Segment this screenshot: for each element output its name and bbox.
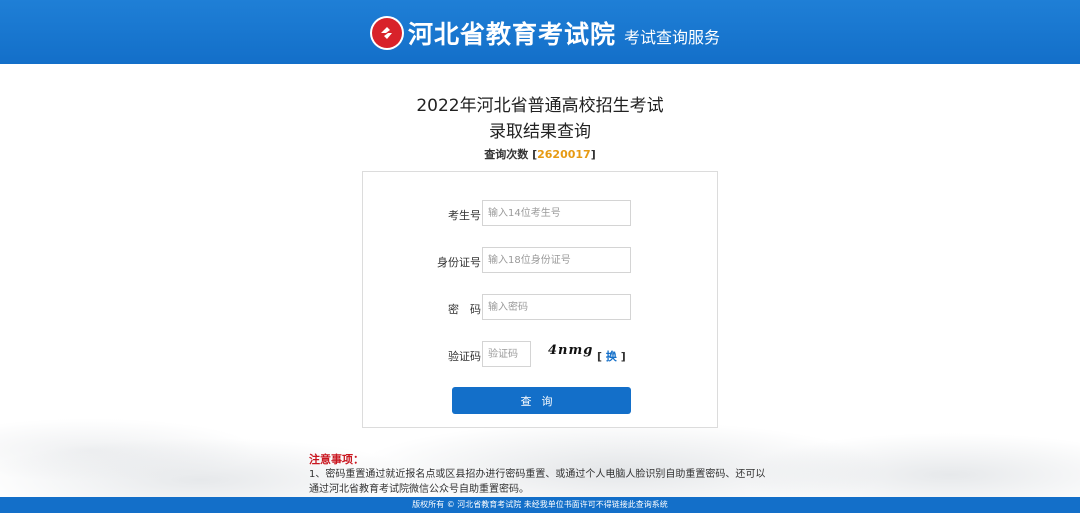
brand-subtitle: 考试查询服务 bbox=[624, 28, 721, 47]
password-input[interactable] bbox=[482, 294, 631, 320]
notice-section: 注意事项： 1、密码重置通过就近报名点或区县招办进行密码重置、或通过个人电脑人脸… bbox=[309, 451, 779, 497]
refresh-captcha-button[interactable]: [ 换 ] bbox=[597, 348, 626, 364]
brand-name: 河北省教育考试院 bbox=[408, 20, 617, 49]
captcha-image[interactable]: 4nmg bbox=[548, 343, 593, 358]
refresh-captcha-label: 换 bbox=[605, 350, 617, 363]
exam-authority-logo-icon bbox=[372, 18, 402, 48]
query-count-bracket-close: ] bbox=[590, 148, 596, 161]
captcha-label: 验证码 bbox=[448, 350, 481, 363]
notice-line1: 1、密码重置通过就近报名点或区县招办进行密码重置、或通过个人电脑人脸识别自助重置… bbox=[309, 469, 766, 480]
brand: 河北省教育考试院 考试查询服务 bbox=[372, 14, 720, 52]
page-title-line2: 录取结果查询 bbox=[489, 122, 591, 142]
query-count-value: 2620017 bbox=[537, 148, 591, 161]
refresh-bracket-close: ] bbox=[620, 350, 626, 363]
header-bar: 河北省教育考试院 考试查询服务 bbox=[0, 0, 1080, 64]
query-submit-button[interactable]: 查询 bbox=[452, 387, 631, 414]
password-label: 密 码 bbox=[448, 303, 481, 316]
notice-line2: 通过河北省教育考试院微信公众号自助重置密码。 bbox=[309, 484, 529, 495]
query-count-label: 查询次数 bbox=[484, 148, 529, 161]
notice-title: 注意事项： bbox=[309, 453, 364, 466]
refresh-bracket-open: [ bbox=[597, 350, 603, 363]
query-count: 查询次数 [2620017] bbox=[0, 146, 1080, 162]
footer-copyright: 版权所有 © 河北省教育考试院 未经我单位书面许可不得链接此查询系统 bbox=[0, 497, 1080, 513]
page-title-line1: 2022年河北省普通高校招生考试 bbox=[416, 96, 664, 116]
query-form-card: 考生号 身份证号 密 码 验证码 4nmg [ 换 ] 查询 bbox=[362, 171, 718, 428]
exam-id-input[interactable] bbox=[482, 200, 631, 226]
captcha-input[interactable] bbox=[482, 341, 531, 367]
logo-mark-icon bbox=[381, 27, 392, 39]
exam-id-label: 考生号 bbox=[448, 209, 481, 222]
id-card-label: 身份证号 bbox=[437, 256, 481, 269]
id-card-input[interactable] bbox=[482, 247, 631, 273]
